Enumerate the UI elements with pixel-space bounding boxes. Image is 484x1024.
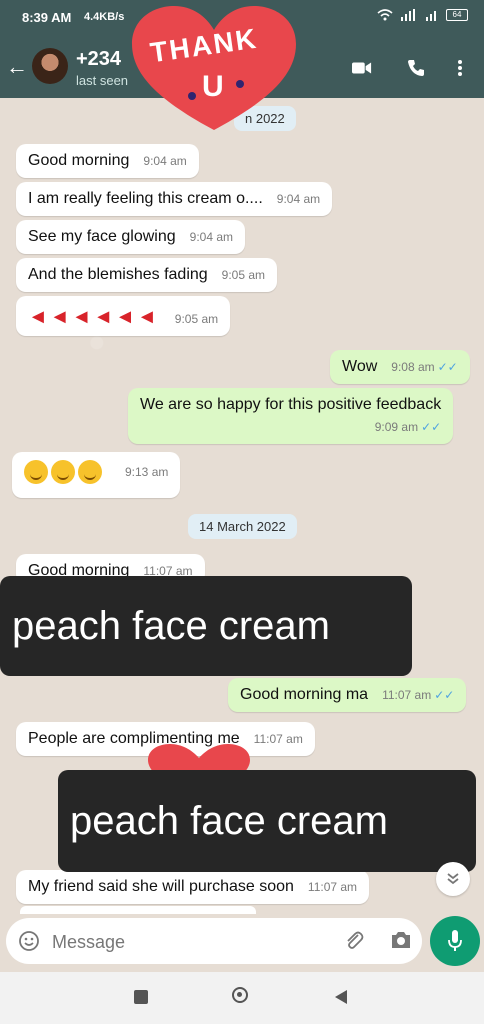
message-bubble[interactable]: ◄◄◄◄◄◄ 9:05 am bbox=[16, 296, 231, 336]
last-seen: last seen bbox=[76, 73, 129, 88]
overlay-banner: peach face cream bbox=[58, 770, 476, 872]
chevron-down-icon bbox=[447, 873, 459, 885]
message-bubble[interactable]: Good morning ma 11:07 am ✓✓ bbox=[228, 678, 467, 712]
message-text: And the blemishes fading bbox=[28, 266, 208, 283]
phone-icon[interactable] bbox=[406, 58, 426, 78]
message-input[interactable]: Message bbox=[6, 918, 422, 964]
more-vert-icon[interactable] bbox=[450, 58, 470, 78]
message-time: 9:05 am bbox=[174, 312, 219, 326]
signal-icon bbox=[401, 9, 415, 21]
message-text: Wow bbox=[342, 358, 378, 375]
message-time: 9:08 am bbox=[391, 360, 435, 374]
message-time: 11:07 am bbox=[307, 880, 358, 894]
read-receipt-icon: ✓✓ bbox=[421, 420, 442, 434]
sticker-dot bbox=[188, 92, 196, 100]
message-text: We are so happy for this positive feedba… bbox=[140, 396, 442, 413]
wifi-icon bbox=[377, 9, 393, 21]
sticker-dot bbox=[236, 80, 244, 88]
arrow-left-icon[interactable]: ← bbox=[6, 54, 28, 80]
message-bubble[interactable]: Good morning 9:04 am bbox=[16, 144, 199, 178]
read-receipt-icon: ✓✓ bbox=[434, 688, 455, 702]
message-time: 9:09 am bbox=[374, 420, 419, 434]
emoji-smiling bbox=[51, 460, 75, 484]
signal-icon-2 bbox=[426, 11, 436, 21]
overlay-banner-text: peach face cream bbox=[70, 798, 388, 843]
message-text: My friend said she will purchase soon bbox=[28, 878, 294, 895]
message-bubble[interactable]: I am really feeling this cream o.... 9:04… bbox=[16, 182, 333, 216]
emoji-icon[interactable] bbox=[18, 930, 40, 952]
message-bubble[interactable]: Wow 9:08 am ✓✓ bbox=[330, 350, 470, 384]
dancer-emoji-row: ◄◄◄◄◄◄ bbox=[28, 306, 159, 328]
message-text: I am really feeling this cream o.... bbox=[28, 190, 263, 207]
recents-button[interactable] bbox=[134, 990, 148, 1004]
camera-icon[interactable] bbox=[390, 930, 412, 950]
message-time: 9:05 am bbox=[221, 268, 266, 282]
message-text: See my face glowing bbox=[28, 228, 176, 245]
microphone-icon bbox=[448, 930, 462, 951]
message-bubble[interactable]: 9:13 am bbox=[12, 452, 181, 498]
system-nav-bar bbox=[0, 972, 484, 1024]
paperclip-icon[interactable] bbox=[342, 929, 366, 953]
emoji-grinning bbox=[78, 460, 102, 484]
message-time: 9:04 am bbox=[189, 230, 233, 244]
net-speed: 4.4KB/s bbox=[84, 11, 125, 23]
message-bubble[interactable]: And the blemishes fading 9:05 am bbox=[16, 258, 278, 292]
emoji-relieved bbox=[24, 460, 48, 484]
video-call-icon[interactable] bbox=[352, 58, 372, 78]
message-bubble[interactable]: See my face glowing 9:04 am bbox=[16, 220, 245, 254]
message-placeholder: Message bbox=[52, 932, 126, 952]
partial-message-bubble bbox=[20, 906, 256, 914]
battery-icon: 64 bbox=[446, 9, 468, 21]
microphone-button[interactable] bbox=[430, 916, 480, 966]
status-time: 8:39 AM bbox=[22, 10, 72, 25]
overlay-banner: peach face cream bbox=[0, 576, 412, 676]
message-time: 9:04 am bbox=[276, 192, 321, 206]
compose-bar: Message bbox=[0, 914, 484, 972]
message-time: 11:07 am bbox=[253, 732, 303, 746]
overlay-banner-text: peach face cream bbox=[12, 603, 330, 648]
contact-name[interactable]: +234 bbox=[76, 48, 121, 71]
message-bubble[interactable]: My friend said she will purchase soon 11:… bbox=[16, 870, 370, 904]
message-time: 9:04 am bbox=[143, 154, 187, 168]
message-text: Good morning ma bbox=[240, 686, 369, 703]
back-triangle-icon[interactable] bbox=[334, 989, 348, 1005]
avatar[interactable] bbox=[32, 48, 68, 84]
date-chip: 14 March 2022 bbox=[188, 514, 297, 539]
message-time: 9:13 am bbox=[125, 465, 169, 480]
status-icons: 64 bbox=[377, 9, 468, 21]
message-text: Good morning bbox=[28, 152, 130, 169]
scroll-down-button[interactable] bbox=[436, 862, 470, 896]
thank-you-sticker: THANK U bbox=[128, 4, 300, 132]
home-button[interactable] bbox=[232, 987, 248, 1003]
read-receipt-icon: ✓✓ bbox=[437, 360, 458, 374]
message-time: 11:07 am bbox=[382, 688, 432, 702]
message-bubble[interactable]: We are so happy for this positive feedba… bbox=[128, 388, 454, 444]
sticker-text-line2: U bbox=[202, 70, 224, 103]
